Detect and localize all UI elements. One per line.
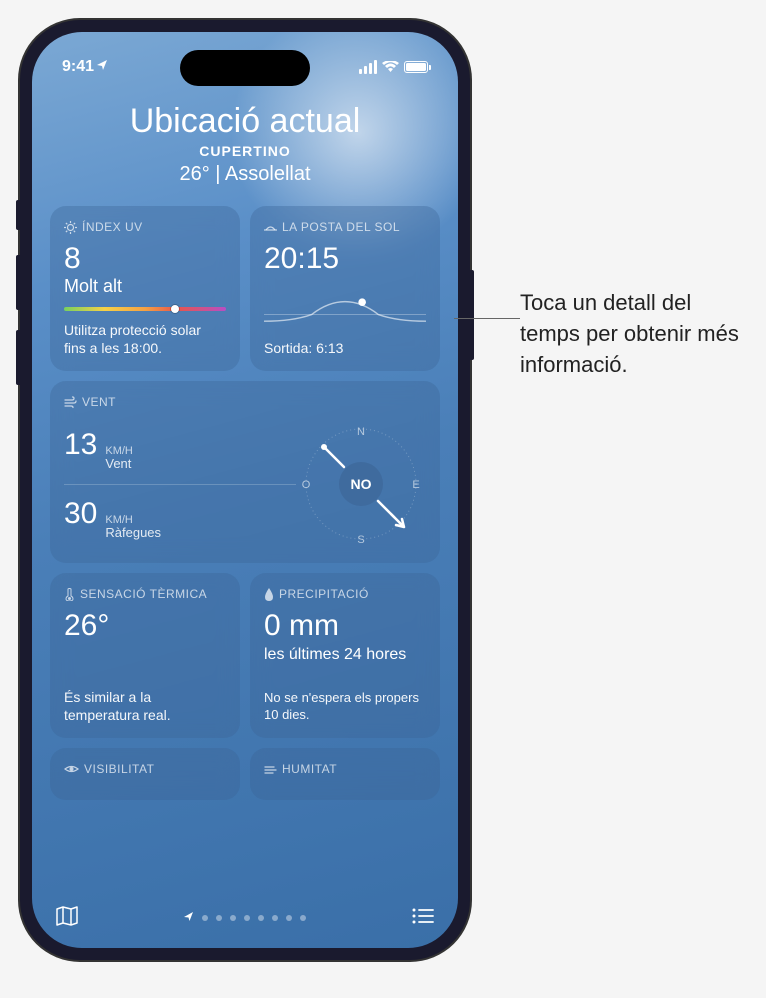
precipitation-description: No se n'espera els propers 10 dies. xyxy=(264,690,426,724)
current-location-dot xyxy=(184,912,194,925)
gust-speed: 30 xyxy=(64,497,97,531)
wind-tile[interactable]: VENT 13 KM/H Vent xyxy=(50,381,440,563)
phone-frame: 9:41 Ubicació actual CUPE xyxy=(20,20,470,960)
svg-text:NO: NO xyxy=(351,476,372,492)
page-indicator[interactable] xyxy=(184,912,306,925)
svg-text:N: N xyxy=(357,426,365,438)
precipitation-label: PRECIPITACIÓ xyxy=(279,587,369,601)
feels-like-label: SENSACIÓ TÈRMICA xyxy=(80,587,207,601)
status-time: 9:41 xyxy=(62,58,94,76)
wind-label: VENT xyxy=(82,395,116,409)
humidity-icon xyxy=(264,764,277,775)
sunset-icon xyxy=(264,221,277,234)
uv-scale-bar xyxy=(64,307,226,311)
svg-text:E: E xyxy=(412,479,419,491)
svg-text:O: O xyxy=(302,479,311,491)
humidity-label: HUMITAT xyxy=(282,762,337,776)
wind-icon xyxy=(64,396,77,409)
cellular-signal-icon xyxy=(359,60,377,74)
sun-icon xyxy=(64,221,77,234)
power-button xyxy=(470,270,474,360)
volume-up-button xyxy=(16,255,20,310)
dynamic-island xyxy=(180,50,310,86)
location-title: Ubicació actual xyxy=(50,102,440,141)
location-header: Ubicació actual CUPERTINO 26° | Assolell… xyxy=(50,102,440,186)
feels-like-tile[interactable]: SENSACIÓ TÈRMICA 26° És similar a la tem… xyxy=(50,573,240,738)
gust-speed-label: Ràfegues xyxy=(105,526,161,540)
location-services-icon xyxy=(97,60,108,74)
annotation-leader-line xyxy=(454,318,520,319)
sunset-time: 20:15 xyxy=(264,244,426,274)
wifi-icon xyxy=(382,61,399,73)
page-dot xyxy=(202,915,208,921)
temp-condition: 26° | Assolellat xyxy=(50,163,440,186)
sunset-label: LA POSTA DEL SOL xyxy=(282,220,400,234)
phone-side-button xyxy=(16,200,20,230)
map-button[interactable] xyxy=(56,906,78,931)
visibility-tile[interactable]: VISIBILITAT xyxy=(50,748,240,800)
thermometer-icon xyxy=(64,588,75,601)
sunset-tile[interactable]: LA POSTA DEL SOL 20:15 Sortida: 6:13 xyxy=(250,206,440,371)
page-dot xyxy=(286,915,292,921)
page-dot xyxy=(216,915,222,921)
gust-speed-unit: KM/H xyxy=(105,514,161,526)
page-dot xyxy=(244,915,250,921)
annotation-text: Toca un detall del temps per obtenir més… xyxy=(520,288,750,380)
sun-path-chart xyxy=(264,280,426,330)
page-dot xyxy=(300,915,306,921)
precipitation-tile[interactable]: PRECIPITACIÓ 0 mm les últimes 24 hores N… xyxy=(250,573,440,738)
volume-down-button xyxy=(16,330,20,385)
wind-compass: N S E O NO xyxy=(296,419,426,549)
phone-screen: 9:41 Ubicació actual CUPE xyxy=(32,32,458,948)
uv-label: ÍNDEX UV xyxy=(82,220,143,234)
page-dot xyxy=(230,915,236,921)
feels-like-value: 26° xyxy=(64,611,226,641)
battery-icon xyxy=(404,61,428,73)
uv-value: 8 xyxy=(64,244,226,274)
sunrise-time: Sortida: 6:13 xyxy=(264,339,426,357)
eye-icon xyxy=(64,764,79,774)
wind-speed: 13 xyxy=(64,428,97,462)
humidity-tile[interactable]: HUMITAT xyxy=(250,748,440,800)
wind-speed-label: Vent xyxy=(105,457,133,471)
page-dot xyxy=(258,915,264,921)
visibility-label: VISIBILITAT xyxy=(84,762,154,776)
list-button[interactable] xyxy=(412,908,434,929)
raindrop-icon xyxy=(264,588,274,601)
precipitation-period: les últimes 24 hores xyxy=(264,645,426,664)
bottom-toolbar xyxy=(32,898,458,938)
precipitation-value: 0 mm xyxy=(264,611,426,641)
uv-description: Utilitza protecció solar fins a les 18:0… xyxy=(64,321,226,357)
city-name: CUPERTINO xyxy=(50,143,440,159)
feels-like-description: És similar a la temperatura real. xyxy=(64,688,226,724)
uv-indicator-dot xyxy=(171,305,179,313)
uv-index-tile[interactable]: ÍNDEX UV 8 Molt alt Utilitza protecció s… xyxy=(50,206,240,371)
page-dot xyxy=(272,915,278,921)
svg-text:S: S xyxy=(357,534,364,546)
uv-level: Molt alt xyxy=(64,276,226,297)
